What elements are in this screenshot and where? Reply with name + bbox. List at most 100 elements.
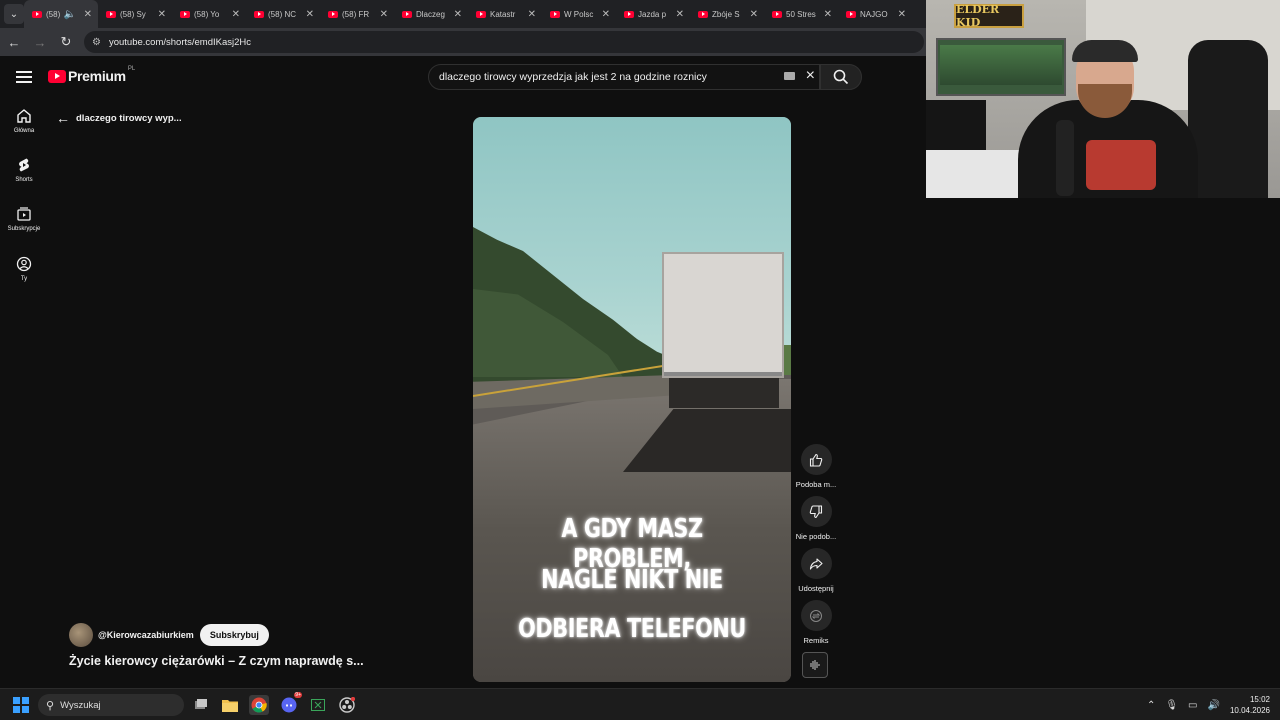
tab-search-button[interactable]: ⌄ bbox=[4, 4, 24, 24]
taskbar-search[interactable]: ⚲ Wyszukaj bbox=[38, 694, 184, 716]
back-arrow-icon[interactable]: ← bbox=[2, 30, 26, 54]
webcam-chair bbox=[1188, 40, 1268, 198]
share-button[interactable]: Udostępnij bbox=[794, 548, 838, 593]
youtube-premium-logo[interactable]: Premium PL bbox=[48, 66, 135, 84]
browser-tab[interactable]: 50 Stres ✕ bbox=[764, 0, 838, 28]
action-label: Podoba m... bbox=[795, 480, 837, 489]
tab-close-icon[interactable]: ✕ bbox=[602, 9, 610, 20]
browser-tab[interactable]: (58) FR ✕ bbox=[320, 0, 394, 28]
youtube-favicon-icon bbox=[32, 10, 42, 18]
short-video-player[interactable]: A GDY MASZ PROBLEM, NAGLE NIKT NIE ODBIE… bbox=[473, 117, 791, 682]
remix-button[interactable]: Remiks bbox=[794, 600, 838, 645]
clock[interactable]: 15:02 10.04.2026 bbox=[1230, 694, 1270, 716]
shorts-icon bbox=[19, 158, 29, 172]
youtube-favicon-icon bbox=[254, 10, 264, 18]
microphone-icon[interactable]: 🎙 bbox=[1165, 700, 1178, 711]
back-to-search[interactable]: ← dlaczego tirowcy wyp... bbox=[56, 110, 182, 126]
url-text: youtube.com/shorts/emdIKasj2Hc bbox=[108, 36, 252, 48]
logo-text: Premium bbox=[68, 68, 126, 84]
sound-button[interactable] bbox=[802, 652, 828, 678]
guide-label: Główna bbox=[13, 128, 35, 134]
back-arrow-icon[interactable]: ← bbox=[56, 110, 70, 126]
channel-handle[interactable]: @Kierowcazabiurkiem bbox=[98, 630, 194, 640]
app-icon[interactable] bbox=[308, 695, 328, 715]
caption-line: ODBIERA TELEFONU bbox=[518, 614, 746, 644]
search-button[interactable] bbox=[820, 64, 862, 90]
screen: ⌄ (58) 🔈 ✕ (58) Sy ✕ (58) Yo ✕ (58) NC ✕ (5… bbox=[0, 0, 1280, 720]
avatar[interactable] bbox=[69, 623, 93, 647]
search-query: dlaczego tirowcy wyprzedzja jak jest 2 n… bbox=[439, 71, 707, 83]
clear-search-icon[interactable]: × bbox=[806, 67, 815, 85]
guide-item-shorts[interactable]: Shorts bbox=[0, 157, 48, 183]
subscribe-button[interactable]: Subskrybuj bbox=[199, 624, 269, 646]
browser-tab[interactable]: Katastr ✕ bbox=[468, 0, 542, 28]
tab-close-icon[interactable]: ✕ bbox=[84, 9, 92, 20]
search-icon: ⚲ bbox=[46, 699, 55, 712]
browser-tab[interactable]: (58) Yo ✕ bbox=[172, 0, 246, 28]
tab-close-icon[interactable]: ✕ bbox=[232, 9, 240, 20]
youtube-favicon-icon bbox=[624, 10, 634, 18]
clock-time: 15:02 bbox=[1249, 695, 1270, 704]
search-input[interactable]: dlaczego tirowcy wyprzedzja jak jest 2 n… bbox=[428, 64, 820, 90]
volume-icon[interactable]: 🔊 bbox=[1208, 700, 1220, 711]
network-icon[interactable]: ▭ bbox=[1188, 700, 1197, 711]
reload-icon[interactable]: ↻ bbox=[54, 30, 78, 54]
browser-tab[interactable]: Jazda p ✕ bbox=[616, 0, 690, 28]
tab-close-icon[interactable]: ✕ bbox=[158, 9, 166, 20]
browser-tab[interactable]: (58) NC ✕ bbox=[246, 0, 320, 28]
webcam-shirt-print bbox=[1086, 140, 1156, 190]
youtube-page: Premium PL dlaczego tirowcy wyprzedzja j… bbox=[0, 56, 926, 688]
tab-close-icon[interactable]: ✕ bbox=[898, 9, 906, 20]
guide-item-home[interactable]: Główna bbox=[0, 108, 48, 134]
task-view-icon[interactable] bbox=[191, 695, 211, 715]
tab-close-icon[interactable]: ✕ bbox=[676, 9, 684, 20]
tab-close-icon[interactable]: ✕ bbox=[528, 9, 536, 20]
action-label: Udostępnij bbox=[798, 584, 834, 593]
guide-label: Ty bbox=[20, 276, 28, 282]
action-label: Remiks bbox=[803, 636, 829, 645]
webcam-sign: ELDER KID bbox=[954, 3, 1024, 29]
chrome-icon[interactable] bbox=[249, 695, 269, 715]
address-bar[interactable]: ⚙ youtube.com/shorts/emdIKasj2Hc bbox=[84, 31, 924, 53]
menu-icon[interactable] bbox=[14, 68, 34, 88]
tab-audio-icon[interactable]: 🔈 bbox=[64, 9, 76, 20]
system-tray: ⌃ 🎙 ▭ 🔊 15:02 10.04.2026 bbox=[1147, 689, 1280, 720]
browser-toolbar: ← → ↻ ⚙ youtube.com/shorts/emdIKasj2Hc bbox=[0, 28, 926, 56]
browser-tab[interactable]: W Polsc ✕ bbox=[542, 0, 616, 28]
back-title: dlaczego tirowcy wyp... bbox=[76, 112, 182, 124]
browser-tab[interactable]: Zbóje S ✕ bbox=[690, 0, 764, 28]
forward-arrow-icon[interactable]: → bbox=[28, 30, 52, 54]
tab-close-icon[interactable]: ✕ bbox=[824, 9, 832, 20]
tab-close-icon[interactable]: ✕ bbox=[750, 9, 758, 20]
browser-tab[interactable]: (58) 🔈 ✕ bbox=[24, 0, 98, 28]
browser-tab[interactable]: (58) Sy ✕ bbox=[98, 0, 172, 28]
file-explorer-icon[interactable] bbox=[220, 695, 240, 715]
thumb-up-icon bbox=[809, 453, 823, 467]
youtube-favicon-icon bbox=[106, 10, 116, 18]
subscriptions-icon bbox=[17, 207, 31, 221]
browser-tab[interactable]: Dlaczeg ✕ bbox=[394, 0, 468, 28]
video-roadside bbox=[784, 345, 791, 375]
site-info-icon[interactable]: ⚙ bbox=[92, 37, 101, 48]
guide-item-subscriptions[interactable]: Subskrypcje bbox=[0, 206, 48, 232]
clock-date: 10.04.2026 bbox=[1229, 706, 1270, 715]
guide-label: Subskrypcje bbox=[7, 226, 41, 232]
start-button[interactable] bbox=[13, 697, 29, 713]
video-title[interactable]: Życie kierowcy ciężarówki – Z czym napra… bbox=[69, 654, 364, 668]
tab-close-icon[interactable]: ✕ bbox=[380, 9, 388, 20]
video-truck-trailer bbox=[662, 252, 784, 378]
guide-item-you[interactable]: Ty bbox=[0, 256, 48, 282]
discord-icon[interactable]: 9+ bbox=[279, 692, 302, 715]
tab-close-icon[interactable]: ✕ bbox=[306, 9, 314, 20]
tab-close-icon[interactable]: ✕ bbox=[454, 9, 462, 20]
remix-icon bbox=[810, 609, 822, 622]
keyboard-icon[interactable] bbox=[784, 72, 795, 80]
obs-icon[interactable] bbox=[337, 695, 357, 715]
dislike-button[interactable]: Nie podob... bbox=[794, 496, 838, 541]
browser-tab[interactable]: NAJGO ✕ bbox=[838, 0, 912, 28]
youtube-favicon-icon bbox=[846, 10, 856, 18]
chevron-up-icon[interactable]: ⌃ bbox=[1147, 700, 1155, 711]
caption-line: NAGLE NIKT NIE bbox=[541, 565, 723, 595]
like-button[interactable]: Podoba m... bbox=[794, 444, 838, 489]
youtube-favicon-icon bbox=[180, 10, 190, 18]
